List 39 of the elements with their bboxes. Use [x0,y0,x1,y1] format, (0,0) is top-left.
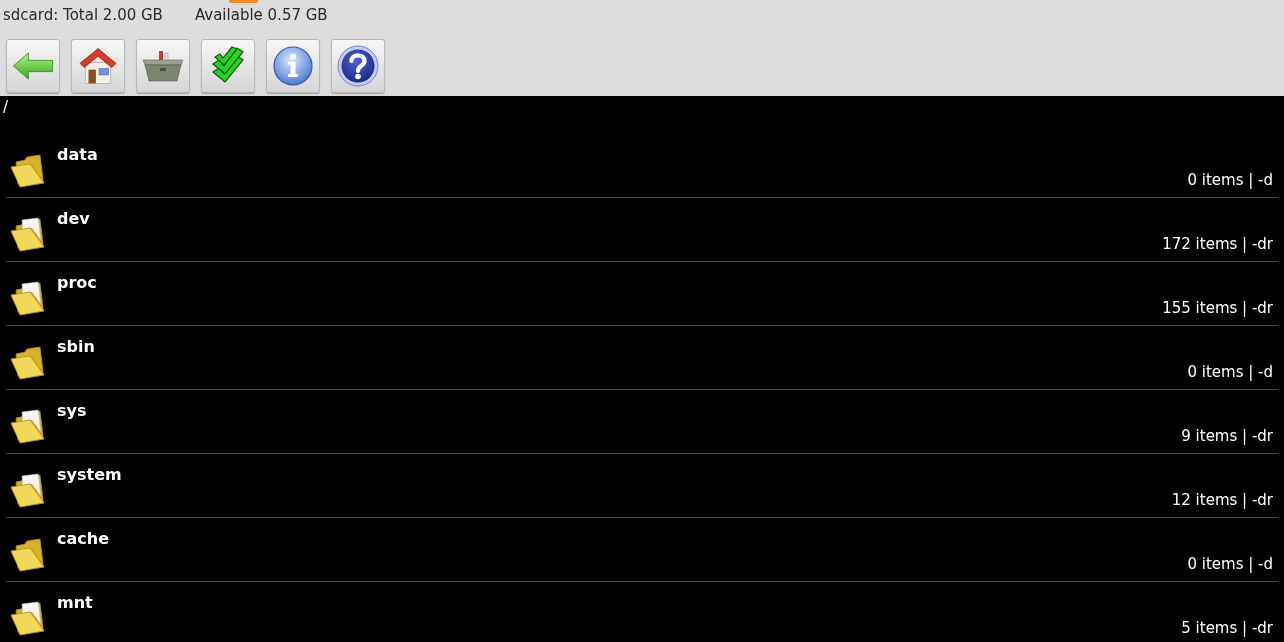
house-icon [79,47,117,85]
folder-document-icon [10,216,46,252]
current-path: / [2,97,10,118]
folder-icon [10,344,46,380]
help-icon [337,45,379,87]
folder-document-icon [10,280,46,316]
help-button[interactable] [331,39,385,93]
folder-name[interactable]: mnt [57,592,93,614]
select-button[interactable] [201,39,255,93]
toolbox-icon [142,48,184,84]
folder-details: 0 items | -d [1187,362,1273,383]
folder-details: 12 items | -dr [1171,490,1273,511]
tools-button[interactable] [136,39,190,93]
info-button[interactable] [266,39,320,93]
back-button[interactable] [6,39,60,93]
home-button[interactable] [71,39,125,93]
top-marker [229,0,258,3]
folder-name[interactable]: data [57,144,98,166]
folder-name[interactable]: sbin [57,336,95,358]
folder-name[interactable]: dev [57,208,90,230]
folder-details: 155 items | -dr [1162,298,1273,319]
folder-document-icon [10,408,46,444]
info-icon [273,46,313,86]
folder-details: 9 items | -dr [1181,426,1273,447]
folder-details: 5 items | -dr [1181,618,1273,639]
storage-available: Available 0.57 GB [194,5,328,25]
folder-name[interactable]: proc [57,272,97,294]
folder-icon [10,536,46,572]
folder-details: 0 items | -d [1187,170,1273,191]
folder-icon [10,152,46,188]
folder-name[interactable]: cache [57,528,109,550]
folder-details: 172 items | -dr [1162,234,1273,255]
folder-document-icon [10,600,46,636]
folder-document-icon [10,472,46,508]
folder-name[interactable]: system [57,464,122,486]
folder-name[interactable]: sys [57,400,87,422]
arrow-left-icon [12,52,54,80]
folder-details: 0 items | -d [1187,554,1273,575]
storage-total: sdcard: Total 2.00 GB [3,5,163,25]
